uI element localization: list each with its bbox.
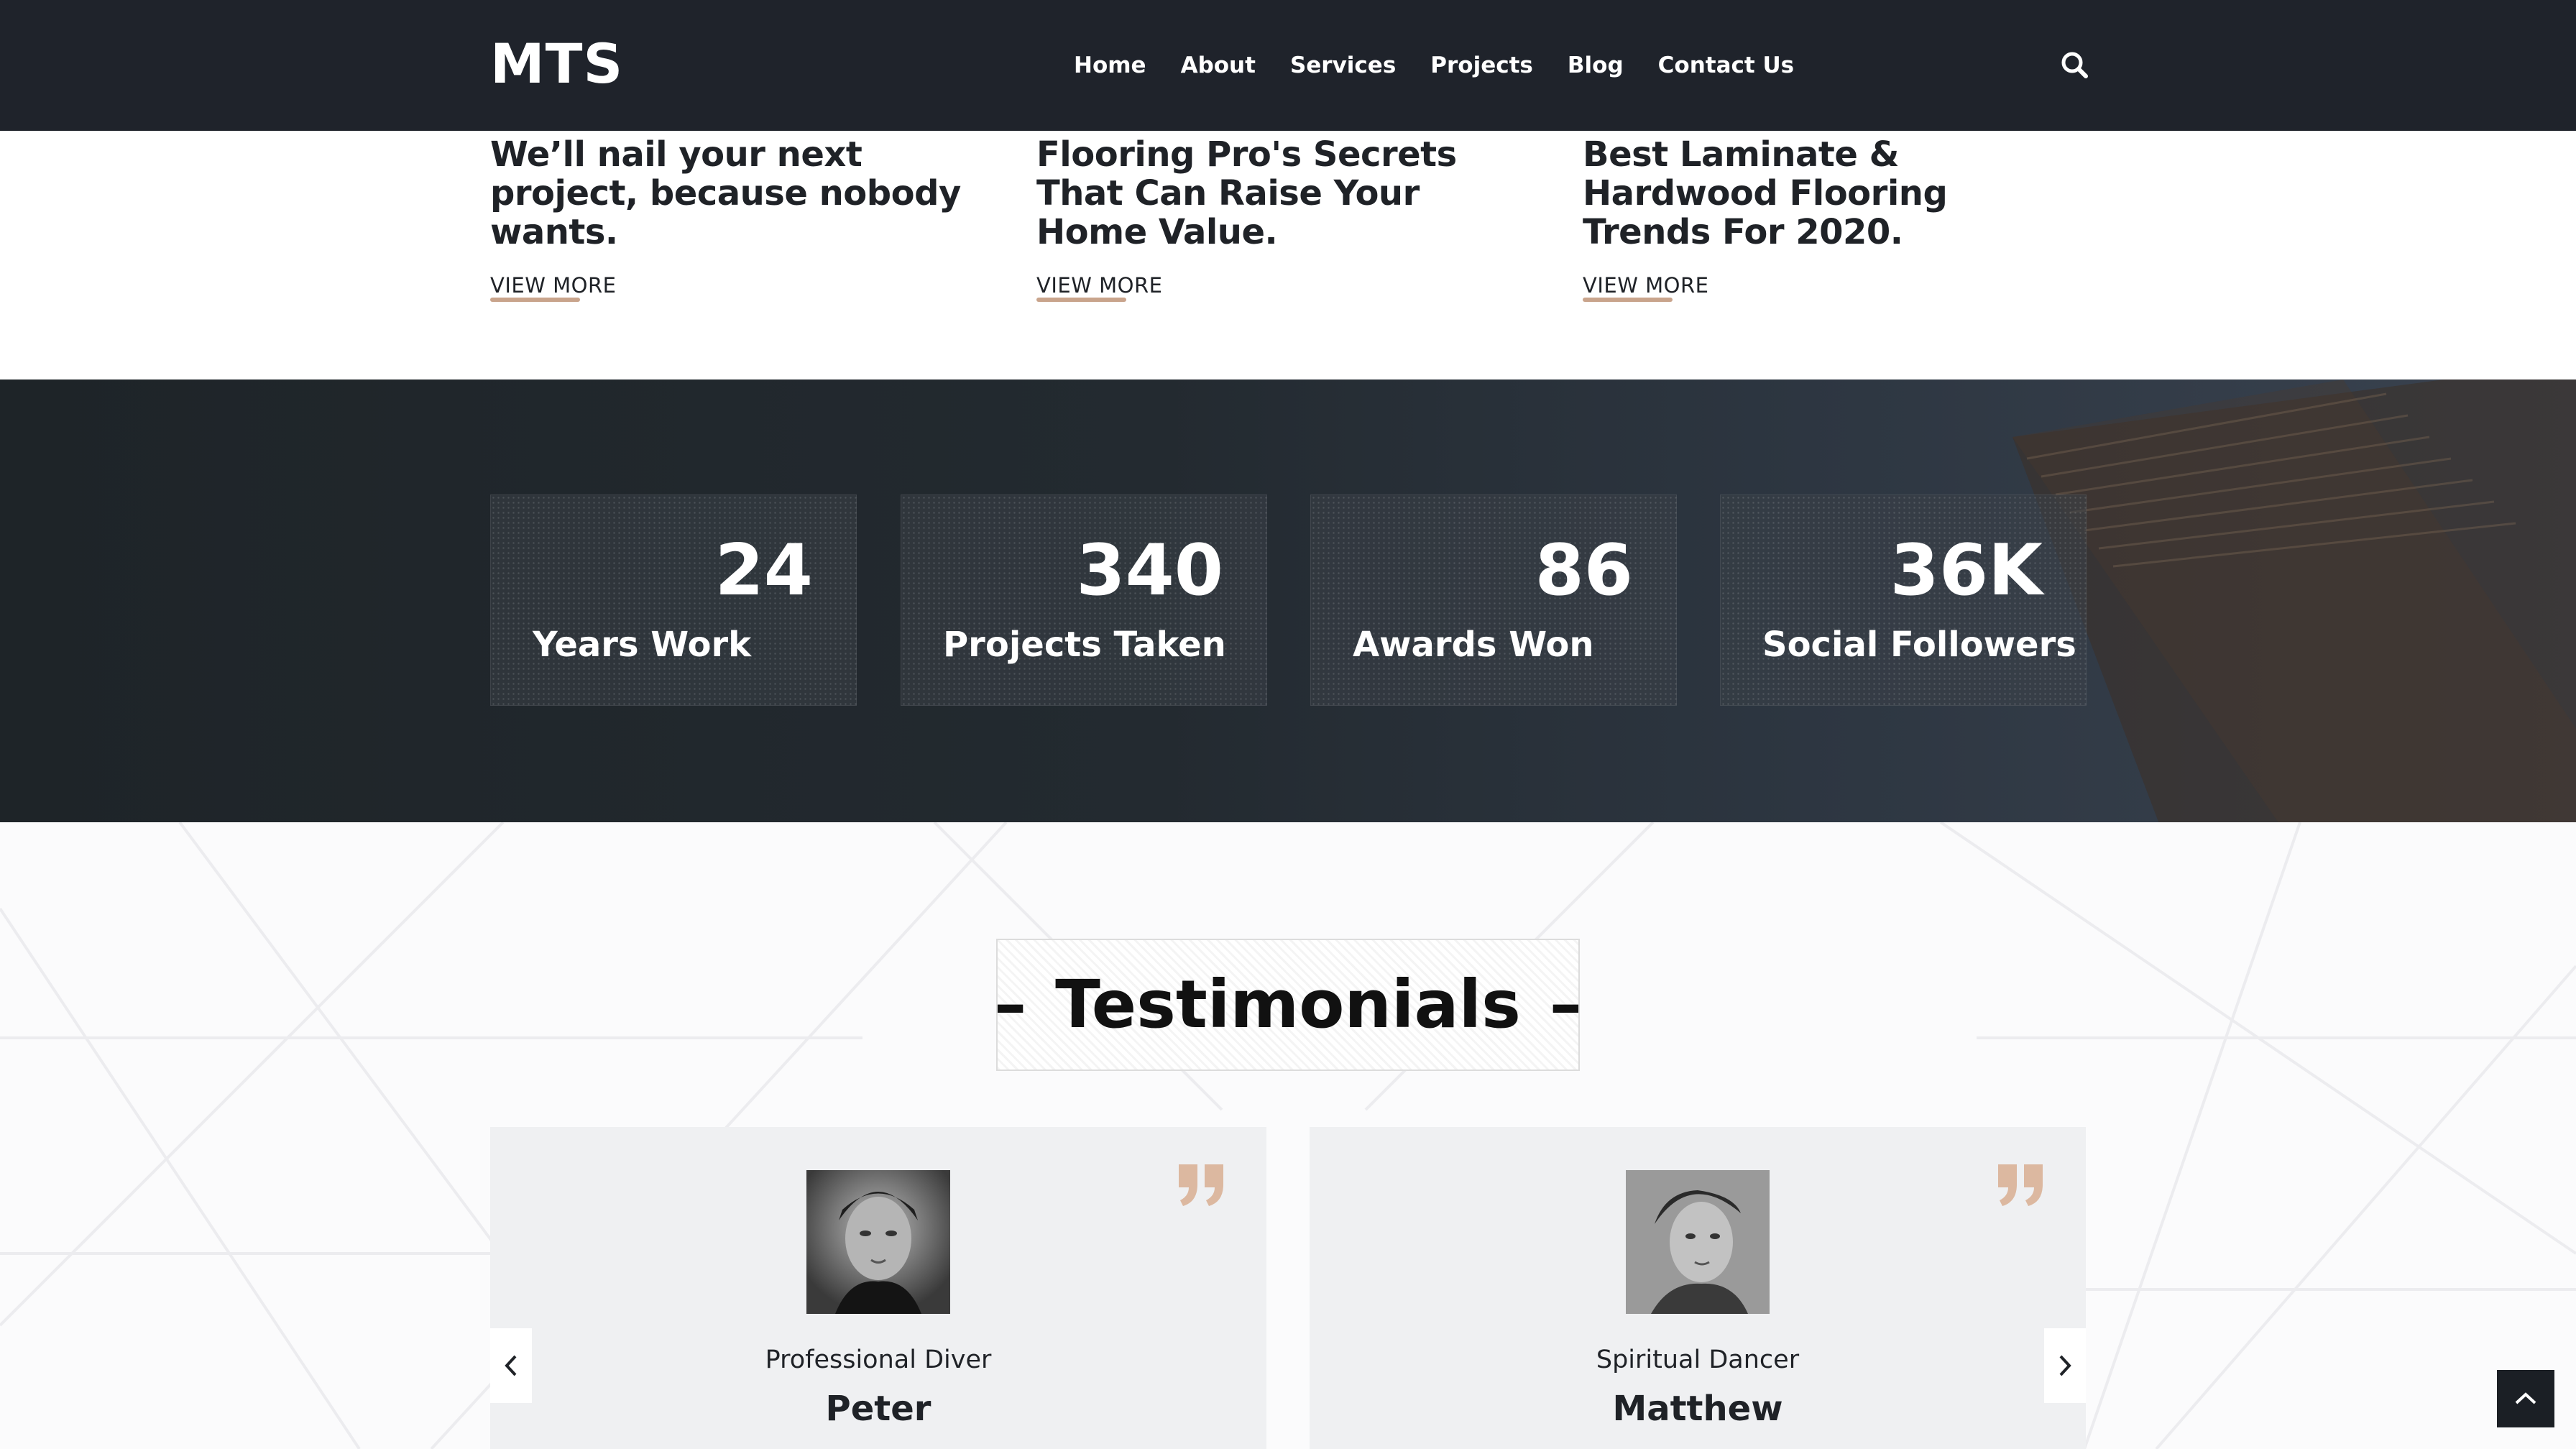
stat-label: Years Work [533,625,752,665]
testimonial-name: Peter [825,1389,932,1429]
blog-title[interactable]: We’ll nail your next project, because no… [490,135,993,252]
stat-label: Social Followers [1762,625,2076,665]
blog-card: Flooring Pro's Secrets That Can Raise Yo… [1036,135,1540,302]
stat-card-years: 24 Years Work [490,494,857,706]
stat-label: Projects Taken [943,625,1226,665]
testimonial-name: Matthew [1612,1389,1783,1429]
avatar [806,1170,950,1314]
testimonial-role: Spiritual Dancer [1596,1346,1800,1374]
quote-icon [1179,1164,1223,1206]
stat-label: Awards Won [1353,625,1594,665]
blog-title[interactable]: Best Laminate & Hardwood Flooring Trends… [1583,135,2086,252]
view-more-link[interactable]: VIEW MORE [1036,273,1162,302]
blog-title[interactable]: Flooring Pro's Secrets That Can Raise Yo… [1036,135,1540,252]
blog-cards-row: We’ll nail your next project, because no… [0,131,2576,380]
stats-section: 24 Years Work 340 Projects Taken 86 Awar… [0,380,2576,822]
chevron-right-icon [2059,1355,2071,1376]
site-logo[interactable]: MTS [490,32,623,96]
stat-value: 36K [1890,530,2043,612]
nav-contact-us[interactable]: Contact Us [1641,47,1811,83]
nav-about[interactable]: About [1164,47,1273,83]
scroll-to-top-button[interactable] [2497,1370,2554,1427]
search-button[interactable] [2057,47,2093,83]
stat-card-projects: 340 Projects Taken [901,494,1267,706]
nav-blog[interactable]: Blog [1550,47,1641,83]
view-more-link[interactable]: VIEW MORE [490,273,616,302]
stat-card-followers: 36K Social Followers [1720,494,2087,706]
main-nav: Home About Services Projects Blog Contac… [1057,47,1811,83]
avatar-image [1626,1170,1770,1314]
carousel-next-button[interactable] [2044,1328,2086,1403]
stat-value: 86 [1535,530,1633,612]
quote-icon [1998,1164,2043,1206]
stat-card-awards: 86 Awards Won [1310,494,1677,706]
nav-home[interactable]: Home [1057,47,1164,83]
view-more-link[interactable]: VIEW MORE [1583,273,1708,302]
testimonial-role: Professional Diver [765,1346,992,1374]
nav-services[interactable]: Services [1273,47,1413,83]
testimonial-card: Professional Diver Peter [490,1127,1266,1449]
chevron-left-icon [505,1355,517,1376]
testimonials-heading: Testimonials [1055,966,1521,1043]
testimonials-section: – Testimonials – Professional Diver Pete… [0,822,2576,1449]
blog-card: We’ll nail your next project, because no… [490,135,993,302]
carousel-prev-button[interactable] [490,1328,532,1403]
blog-card: Best Laminate & Hardwood Flooring Trends… [1583,135,2086,302]
chevron-up-icon [2515,1392,2536,1404]
avatar [1626,1170,1770,1314]
heading-dash-right: – [1549,967,1582,1042]
search-icon [2061,52,2088,78]
site-header: MTS Home About Services Projects Blog Co… [0,0,2576,131]
stat-value: 340 [1076,530,1223,612]
heading-dash-left: – [994,967,1027,1042]
testimonial-card: Spiritual Dancer Matthew [1310,1127,2086,1449]
avatar-image [806,1170,950,1314]
stat-value: 24 [714,530,813,612]
testimonials-heading-box: – Testimonials – [994,939,1582,1071]
nav-projects[interactable]: Projects [1413,47,1550,83]
triangle-pattern-background [0,822,2576,1449]
